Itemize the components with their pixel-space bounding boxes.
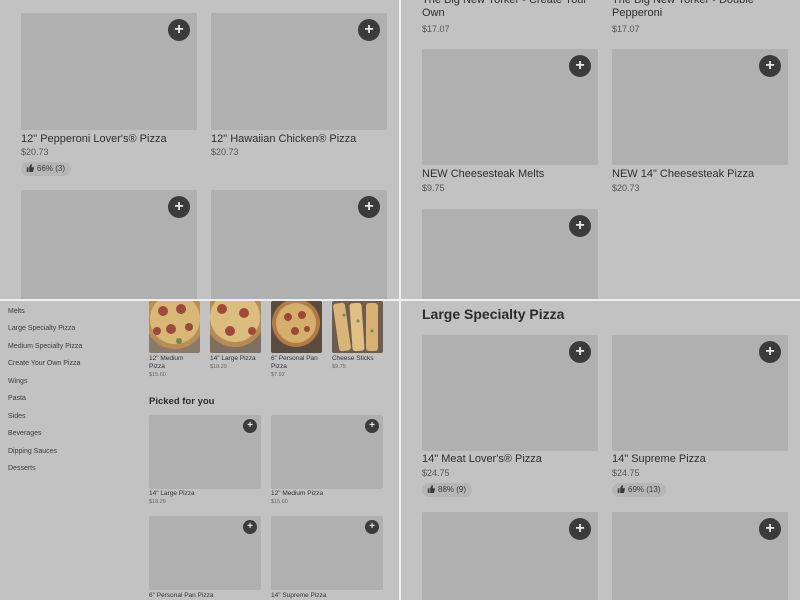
plus-icon: + <box>575 343 585 360</box>
item-name: 12" Pepperoni Lover's® Pizza <box>21 133 167 145</box>
thumbs-up-icon <box>617 485 625 493</box>
add-to-cart-button[interactable]: + <box>569 518 591 540</box>
add-to-cart-button[interactable]: + <box>569 215 591 237</box>
rating-badge: 66% (3) <box>21 162 72 176</box>
panel-bottom-left: Melts Large Specialty Pizza Medium Speci… <box>0 301 399 600</box>
add-to-cart-button[interactable]: + <box>358 19 380 41</box>
rating-text: 66% (3) <box>37 164 66 173</box>
item-price: $20.73 <box>21 147 49 157</box>
item-price: $17.07 <box>612 24 640 34</box>
item-name: 14" Large Pizza <box>149 490 195 497</box>
plus-icon: + <box>174 21 184 38</box>
item-price: $17.07 <box>422 24 450 34</box>
add-to-cart-button[interactable]: + <box>569 341 591 363</box>
sidebar-item-wings[interactable]: Wings <box>8 378 27 385</box>
plus-icon: + <box>575 520 585 537</box>
item-name: 14" Large Pizza <box>210 355 256 362</box>
add-to-cart-button[interactable]: + <box>168 19 190 41</box>
item-name: Cheese Sticks <box>332 355 374 362</box>
add-to-cart-button[interactable]: + <box>365 419 379 433</box>
panel-bottom-right: Large Specialty Pizza + 14" Meat Lover's… <box>401 301 800 600</box>
plus-icon: + <box>575 57 585 74</box>
add-to-cart-button[interactable]: + <box>243 419 257 433</box>
horizontal-divider <box>0 299 800 301</box>
add-to-cart-button[interactable]: + <box>365 520 379 534</box>
sidebar-item-large-specialty-pizza[interactable]: Large Specialty Pizza <box>8 325 75 332</box>
sidebar-item-beverages[interactable]: Beverages <box>8 430 41 437</box>
add-to-cart-button[interactable]: + <box>243 520 257 534</box>
plus-icon: + <box>765 57 775 74</box>
sidebar-item-dipping-sauces[interactable]: Dipping Sauces <box>8 448 57 455</box>
item-name: NEW 14" Cheesesteak Pizza <box>612 168 755 180</box>
item-name: The Big New Yorker - Create Your Own <box>422 0 588 19</box>
item-name: 14" Supreme Pizza <box>271 592 327 599</box>
cheese-sticks-image <box>332 301 383 353</box>
plus-icon: + <box>765 343 775 360</box>
thumbs-up-icon <box>26 164 34 172</box>
pizza-image <box>149 301 200 353</box>
item-name: 14" Supreme Pizza <box>612 453 706 465</box>
item-name: 12" Medium Pizza <box>271 490 324 497</box>
plus-icon: + <box>364 198 374 215</box>
add-to-cart-button[interactable]: + <box>168 196 190 218</box>
panel-top-right: The Big New Yorker - Create Your Own $17… <box>401 0 800 299</box>
sidebar-item-medium-specialty-pizza[interactable]: Medium Specialty Pizza <box>8 343 82 350</box>
item-price: $15.60 <box>271 499 288 505</box>
item-name: The Big New Yorker - Double Pepperoni <box>612 0 754 19</box>
section-title-large-specialty-pizza: Large Specialty Pizza <box>422 306 565 322</box>
rating-badge: 69% (13) <box>612 483 667 497</box>
plus-icon: + <box>369 420 375 431</box>
sidebar-item-create-your-own-pizza[interactable]: Create Your Own Pizza <box>8 360 80 367</box>
item-price: $15.60 <box>149 372 166 378</box>
plus-icon: + <box>369 521 375 532</box>
section-title-picked-for-you: Picked for you <box>149 396 215 407</box>
item-price: $24.75 <box>422 468 450 478</box>
item-name: 12" Hawaiian Chicken® Pizza <box>211 133 357 145</box>
pizza-image <box>210 301 261 353</box>
item-price: $7.92 <box>271 372 285 378</box>
plus-icon: + <box>174 198 184 215</box>
item-name: NEW Cheesesteak Melts <box>422 168 545 180</box>
add-to-cart-button[interactable]: + <box>759 55 781 77</box>
item-price: $20.73 <box>211 147 239 157</box>
rating-badge: 88% (9) <box>422 483 473 497</box>
rating-text: 69% (13) <box>628 485 661 494</box>
add-to-cart-button[interactable]: + <box>569 55 591 77</box>
sidebar-item-melts[interactable]: Melts <box>8 308 25 315</box>
add-to-cart-button[interactable]: + <box>358 196 380 218</box>
add-to-cart-button[interactable]: + <box>759 518 781 540</box>
plus-icon: + <box>575 217 585 234</box>
sidebar-item-pasta[interactable]: Pasta <box>8 395 26 402</box>
add-to-cart-button[interactable]: + <box>759 341 781 363</box>
pizza-image <box>271 301 322 353</box>
item-price: $9.75 <box>332 364 346 370</box>
thumbs-up-icon <box>427 485 435 493</box>
item-price: $9.75 <box>422 183 445 193</box>
item-name: 6" Personal Pan Pizza <box>149 592 214 599</box>
item-price: $24.75 <box>612 468 640 478</box>
item-price: $18.29 <box>149 499 166 505</box>
plus-icon: + <box>765 520 775 537</box>
item-price: $20.73 <box>612 183 640 193</box>
sidebar-item-desserts[interactable]: Desserts <box>8 465 36 472</box>
item-name: 12" Medium Pizza <box>149 355 184 370</box>
item-price: $18.29 <box>210 364 227 370</box>
plus-icon: + <box>364 21 374 38</box>
item-name: 14" Meat Lover's® Pizza <box>422 453 542 465</box>
plus-icon: + <box>247 521 253 532</box>
sidebar-item-sides[interactable]: Sides <box>8 413 26 420</box>
item-name: 6" Personal Pan Pizza <box>271 355 318 370</box>
plus-icon: + <box>247 420 253 431</box>
panel-top-left: + 12" Pepperoni Lover's® Pizza $20.73 66… <box>0 0 399 299</box>
rating-text: 88% (9) <box>438 485 467 494</box>
